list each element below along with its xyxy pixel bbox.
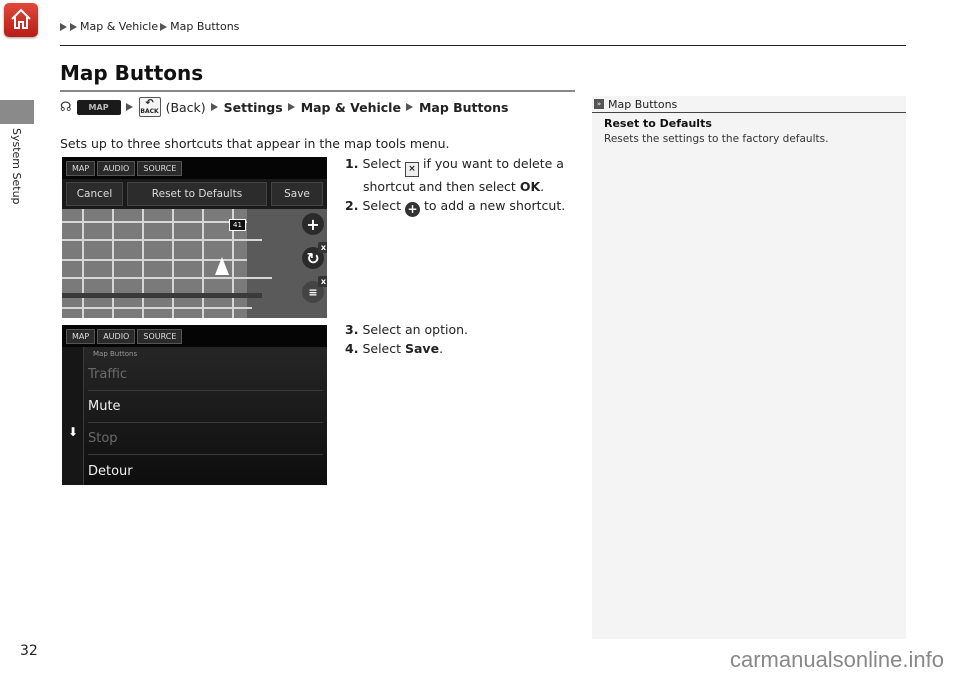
delete-icon: x xyxy=(318,242,327,253)
breadcrumb-arrow-icon xyxy=(70,22,77,31)
intro-text: Sets up to three shortcuts that appear i… xyxy=(60,136,450,151)
tab-map: MAP xyxy=(66,160,96,176)
section-tab xyxy=(0,100,34,124)
save-button: Save xyxy=(271,182,323,206)
map-button-icon: MAP xyxy=(76,99,121,115)
tab-audio: AUDIO xyxy=(97,328,136,344)
back-label: (Back) xyxy=(165,99,206,115)
scroll-column: ⬇ xyxy=(62,347,84,485)
scroll-down-icon: ⬇ xyxy=(68,425,79,439)
vehicle-position-icon xyxy=(215,257,229,275)
breadcrumb-item[interactable]: Map Buttons xyxy=(170,20,239,33)
steps-group-1: 1. Select × if you want to delete a shor… xyxy=(345,154,565,217)
title-divider xyxy=(60,90,575,92)
page-title: Map Buttons xyxy=(60,61,204,85)
step-1-continued: shortcut and then select OK. xyxy=(363,179,545,194)
note-text: Resets the settings to the factory defau… xyxy=(604,133,829,145)
note-marker-icon: » xyxy=(594,99,604,109)
map-road xyxy=(202,209,204,318)
breadcrumb: Map & Vehicle Map Buttons xyxy=(60,20,239,33)
map-road xyxy=(62,307,252,309)
tab-audio: AUDIO xyxy=(97,160,136,176)
delete-shortcut-icon: × xyxy=(404,162,419,177)
reset-to-defaults-button: Reset to Defaults xyxy=(127,182,267,206)
delete-icon: x xyxy=(318,276,327,287)
route-badge: 41 xyxy=(229,219,246,231)
note-box: » Map Buttons Reset to Defaults Resets t… xyxy=(592,96,906,639)
screenshot-map-buttons-list: MAP AUDIO SOURCE ⬇ Map Buttons Traffic M… xyxy=(62,325,327,485)
tab-source: SOURCE xyxy=(137,160,183,176)
map-road xyxy=(112,209,114,318)
page-number: 32 xyxy=(20,643,38,659)
source-tab-bar: MAP AUDIO SOURCE xyxy=(62,325,327,347)
step-1: 1. Select × if you want to delete a xyxy=(345,154,565,177)
steps-group-2: 3. Select an option. 4. Select Save. xyxy=(345,320,468,358)
list-item-stop: Stop xyxy=(88,423,323,455)
traffic-shortcut-icon: ≡ x xyxy=(302,276,327,303)
map-road xyxy=(62,277,272,279)
step-2: 2. Select + to add a new shortcut. xyxy=(345,198,566,217)
action-bar: Cancel Reset to Defaults Save xyxy=(62,179,327,209)
tab-map: MAP xyxy=(66,328,96,344)
breadcrumb-arrow-icon xyxy=(60,22,67,31)
step-4: 4. Select Save. xyxy=(345,341,444,356)
navigation-path: ☊ MAP ↶ BACK (Back) Settings Map & Vehicl… xyxy=(60,97,508,117)
screenshot-map-buttons-editor: MAP AUDIO SOURCE Cancel Reset to Default… xyxy=(62,157,327,318)
reroute-shortcut-icon: ↻ x xyxy=(302,242,327,269)
list-header: Map Buttons xyxy=(93,350,138,358)
cancel-button: Cancel xyxy=(66,182,123,206)
header-divider xyxy=(60,45,906,46)
map-road xyxy=(142,209,144,318)
section-label: System Setup xyxy=(10,128,23,205)
add-shortcut-icon: + xyxy=(302,213,324,235)
map-view: 41 + ↻ x ≡ x xyxy=(62,209,327,318)
map-road xyxy=(172,209,174,318)
map-road xyxy=(82,209,84,318)
map-river xyxy=(62,293,262,298)
tab-source: SOURCE xyxy=(137,328,183,344)
note-title: » Map Buttons xyxy=(592,96,906,113)
voice-command-icon: ☊ xyxy=(60,99,72,115)
path-arrow-icon xyxy=(125,103,133,111)
map-road xyxy=(62,221,247,223)
path-arrow-icon xyxy=(210,103,218,111)
path-step: Map Buttons xyxy=(418,99,509,115)
add-shortcut-icon: + xyxy=(404,202,420,217)
list-item-traffic: Traffic xyxy=(88,359,323,391)
list-item-mute: Mute xyxy=(88,391,323,423)
watermark: carmanualsonline.info xyxy=(729,647,944,672)
home-icon[interactable] xyxy=(4,3,38,37)
list-item-detour: Detour xyxy=(88,463,133,479)
back-icon: ↶ BACK xyxy=(138,97,161,117)
option-list: ⬇ Map Buttons Traffic Mute Stop Detour xyxy=(62,347,327,485)
path-step: Map & Vehicle xyxy=(300,99,401,115)
note-heading: Reset to Defaults xyxy=(604,117,712,130)
breadcrumb-item[interactable]: Map & Vehicle xyxy=(80,20,158,33)
step-3: 3. Select an option. xyxy=(345,322,469,337)
breadcrumb-arrow-icon xyxy=(160,22,168,31)
path-arrow-icon xyxy=(287,103,295,111)
path-arrow-icon xyxy=(405,103,413,111)
source-tab-bar: MAP AUDIO SOURCE xyxy=(62,157,327,179)
path-step: Settings xyxy=(223,99,283,115)
